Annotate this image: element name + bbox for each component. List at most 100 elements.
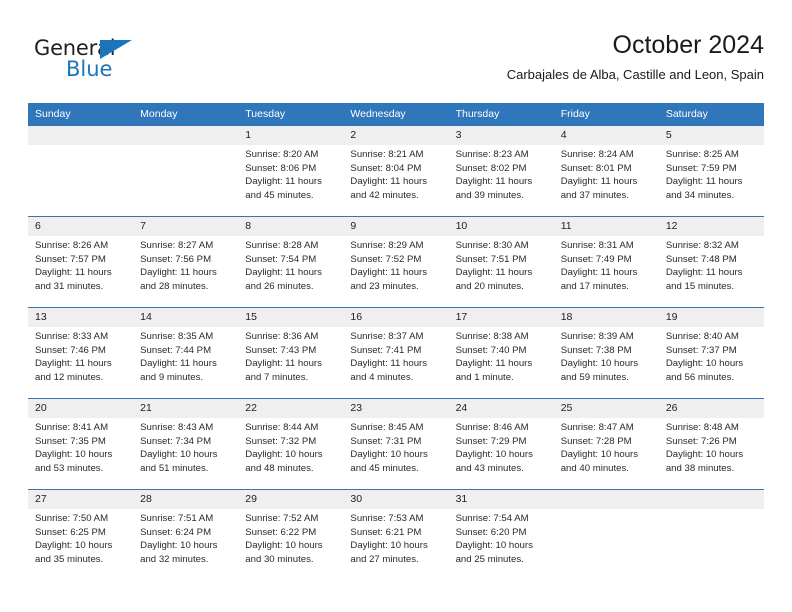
sunset-text: Sunset: 7:54 PM: [245, 253, 317, 265]
page-title: October 2024: [612, 31, 765, 59]
day-cell[interactable]: Sunrise: 8:21 AM Sunset: 8:04 PM Dayligh…: [343, 145, 448, 216]
week-detail-row: Sunrise: 8:26 AM Sunset: 7:57 PM Dayligh…: [28, 236, 764, 307]
day-cell[interactable]: [659, 509, 764, 580]
day-number[interactable]: 9: [343, 217, 448, 236]
day-number[interactable]: 7: [133, 217, 238, 236]
day-number[interactable]: 24: [449, 399, 554, 418]
sunset-text: Sunset: 7:40 PM: [455, 344, 527, 356]
day-cell[interactable]: [554, 509, 659, 580]
day-cell[interactable]: Sunrise: 8:23 AM Sunset: 8:02 PM Dayligh…: [449, 145, 554, 216]
day-number[interactable]: 27: [28, 490, 133, 509]
daylight-text: Daylight: 11 hours and 31 minutes.: [35, 267, 112, 292]
day-number[interactable]: [554, 490, 659, 509]
day-number[interactable]: 29: [238, 490, 343, 509]
week-date-number-band: 20 21 22 23 24 25 26: [28, 399, 764, 418]
day-cell[interactable]: Sunrise: 7:50 AM Sunset: 6:25 PM Dayligh…: [28, 509, 133, 580]
sunrise-text: Sunrise: 7:53 AM: [350, 513, 424, 524]
day-cell[interactable]: Sunrise: 8:46 AM Sunset: 7:29 PM Dayligh…: [449, 418, 554, 489]
day-cell[interactable]: Sunrise: 8:38 AM Sunset: 7:40 PM Dayligh…: [449, 327, 554, 398]
day-cell[interactable]: Sunrise: 8:37 AM Sunset: 7:41 PM Dayligh…: [343, 327, 448, 398]
day-number[interactable]: 5: [659, 126, 764, 145]
daylight-text: Daylight: 11 hours and 20 minutes.: [455, 267, 533, 292]
day-cell[interactable]: Sunrise: 7:52 AM Sunset: 6:22 PM Dayligh…: [238, 509, 343, 580]
day-cell[interactable]: Sunrise: 8:30 AM Sunset: 7:51 PM Dayligh…: [449, 236, 554, 307]
day-number[interactable]: 21: [133, 399, 238, 418]
day-number[interactable]: 25: [554, 399, 659, 418]
sunrise-text: Sunrise: 8:26 AM: [35, 240, 109, 251]
sunrise-text: Sunrise: 8:45 AM: [350, 422, 424, 433]
sunset-text: Sunset: 7:44 PM: [140, 344, 212, 356]
day-number[interactable]: 11: [554, 217, 659, 236]
day-number[interactable]: [133, 126, 238, 145]
day-cell[interactable]: Sunrise: 8:29 AM Sunset: 7:52 PM Dayligh…: [343, 236, 448, 307]
day-number[interactable]: 18: [554, 308, 659, 327]
day-number[interactable]: [659, 490, 764, 509]
day-number[interactable]: 12: [659, 217, 764, 236]
day-number[interactable]: 8: [238, 217, 343, 236]
day-number[interactable]: 17: [449, 308, 554, 327]
sunrise-text: Sunrise: 7:54 AM: [455, 513, 529, 524]
day-number[interactable]: 26: [659, 399, 764, 418]
day-cell[interactable]: Sunrise: 8:28 AM Sunset: 7:54 PM Dayligh…: [238, 236, 343, 307]
sunset-text: Sunset: 6:20 PM: [455, 526, 527, 538]
day-cell[interactable]: Sunrise: 8:40 AM Sunset: 7:37 PM Dayligh…: [659, 327, 764, 398]
day-number[interactable]: [28, 126, 133, 145]
daylight-text: Daylight: 10 hours and 25 minutes.: [455, 540, 533, 565]
weekday-friday: Friday: [560, 108, 590, 120]
day-cell[interactable]: Sunrise: 7:54 AM Sunset: 6:20 PM Dayligh…: [449, 509, 554, 580]
day-cell[interactable]: Sunrise: 8:27 AM Sunset: 7:56 PM Dayligh…: [133, 236, 238, 307]
day-cell[interactable]: [133, 145, 238, 216]
sunset-text: Sunset: 7:57 PM: [35, 253, 106, 265]
day-number[interactable]: 15: [238, 308, 343, 327]
day-number[interactable]: 16: [343, 308, 448, 327]
day-cell[interactable]: Sunrise: 8:45 AM Sunset: 7:31 PM Dayligh…: [343, 418, 448, 489]
day-number[interactable]: 1: [238, 126, 343, 145]
day-cell[interactable]: Sunrise: 8:36 AM Sunset: 7:43 PM Dayligh…: [238, 327, 343, 398]
day-number[interactable]: 14: [133, 308, 238, 327]
day-cell[interactable]: Sunrise: 8:26 AM Sunset: 7:57 PM Dayligh…: [28, 236, 133, 307]
day-cell[interactable]: Sunrise: 8:20 AM Sunset: 8:06 PM Dayligh…: [238, 145, 343, 216]
day-number[interactable]: 23: [343, 399, 448, 418]
day-cell[interactable]: Sunrise: 8:32 AM Sunset: 7:48 PM Dayligh…: [659, 236, 764, 307]
day-number[interactable]: 28: [133, 490, 238, 509]
day-number[interactable]: 4: [554, 126, 659, 145]
day-number[interactable]: 19: [659, 308, 764, 327]
day-cell[interactable]: Sunrise: 8:25 AM Sunset: 7:59 PM Dayligh…: [659, 145, 764, 216]
daylight-text: Daylight: 10 hours and 32 minutes.: [140, 540, 218, 565]
day-cell[interactable]: Sunrise: 8:44 AM Sunset: 7:32 PM Dayligh…: [238, 418, 343, 489]
day-cell[interactable]: Sunrise: 8:33 AM Sunset: 7:46 PM Dayligh…: [28, 327, 133, 398]
day-cell[interactable]: Sunrise: 8:41 AM Sunset: 7:35 PM Dayligh…: [28, 418, 133, 489]
sunset-text: Sunset: 7:41 PM: [350, 344, 422, 356]
daylight-text: Daylight: 10 hours and 48 minutes.: [245, 449, 323, 474]
day-number[interactable]: 31: [449, 490, 554, 509]
day-cell[interactable]: Sunrise: 8:43 AM Sunset: 7:34 PM Dayligh…: [133, 418, 238, 489]
sunrise-text: Sunrise: 8:23 AM: [455, 149, 529, 160]
day-number[interactable]: 6: [28, 217, 133, 236]
week-detail-row: Sunrise: 8:33 AM Sunset: 7:46 PM Dayligh…: [28, 327, 764, 398]
day-number[interactable]: 30: [343, 490, 448, 509]
day-cell[interactable]: Sunrise: 8:47 AM Sunset: 7:28 PM Dayligh…: [554, 418, 659, 489]
day-number[interactable]: 20: [28, 399, 133, 418]
daylight-text: Daylight: 11 hours and 4 minutes.: [350, 358, 428, 383]
day-cell[interactable]: Sunrise: 8:35 AM Sunset: 7:44 PM Dayligh…: [133, 327, 238, 398]
day-cell[interactable]: Sunrise: 8:31 AM Sunset: 7:49 PM Dayligh…: [554, 236, 659, 307]
general-blue-logo[interactable]: General Blue: [34, 36, 164, 86]
sunrise-text: Sunrise: 7:50 AM: [35, 513, 109, 524]
daylight-text: Daylight: 11 hours and 28 minutes.: [140, 267, 217, 292]
day-cell[interactable]: Sunrise: 7:51 AM Sunset: 6:24 PM Dayligh…: [133, 509, 238, 580]
day-number[interactable]: 10: [449, 217, 554, 236]
day-cell[interactable]: Sunrise: 8:24 AM Sunset: 8:01 PM Dayligh…: [554, 145, 659, 216]
day-number[interactable]: 3: [449, 126, 554, 145]
day-number[interactable]: 13: [28, 308, 133, 327]
weekday-saturday: Saturday: [665, 108, 708, 120]
sunset-text: Sunset: 7:49 PM: [560, 253, 632, 265]
day-cell[interactable]: [28, 145, 133, 216]
day-cell[interactable]: Sunrise: 8:48 AM Sunset: 7:26 PM Dayligh…: [659, 418, 764, 489]
page-header: General Blue October 2024 Carbajales de …: [28, 28, 764, 96]
day-cell[interactable]: Sunrise: 7:53 AM Sunset: 6:21 PM Dayligh…: [343, 509, 448, 580]
day-number[interactable]: 2: [343, 126, 448, 145]
day-number[interactable]: 22: [238, 399, 343, 418]
sunrise-text: Sunrise: 8:46 AM: [455, 422, 529, 433]
day-cell[interactable]: Sunrise: 8:39 AM Sunset: 7:38 PM Dayligh…: [554, 327, 659, 398]
sunset-text: Sunset: 8:04 PM: [350, 162, 422, 174]
